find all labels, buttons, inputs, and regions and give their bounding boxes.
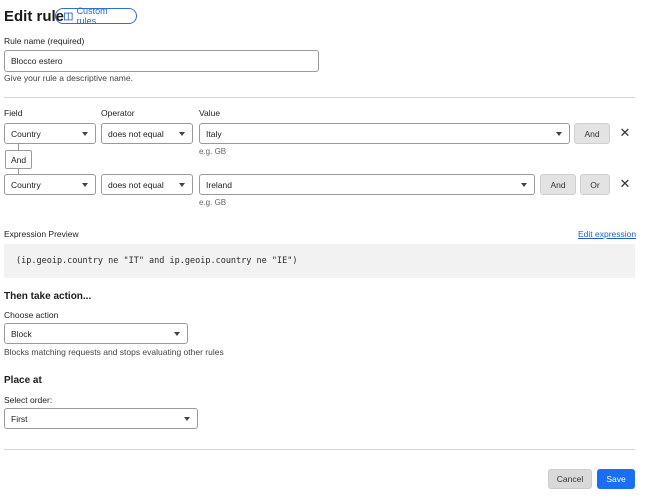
action-help: Blocks matching requests and stops evalu… — [4, 347, 224, 357]
value-hint-1: e.g. GB — [199, 147, 227, 156]
expression-preview: (ip.geoip.country ne "IT" and ip.geoip.c… — [4, 244, 635, 278]
field-select-1-value: Country — [11, 128, 41, 139]
place-heading: Place at — [4, 375, 42, 386]
or-button[interactable]: Or — [580, 174, 610, 195]
value-column-label: Value — [199, 108, 221, 118]
operator-column-label: Operator — [101, 108, 135, 118]
chevron-down-icon — [82, 131, 88, 136]
custom-rules-label: Custom rules — [76, 6, 108, 26]
logic-connector-and: And — [5, 150, 32, 169]
custom-rules-link[interactable]: Custom rules — [55, 6, 137, 26]
chevron-down-icon — [556, 131, 562, 136]
operator-select-2-value: does not equal — [108, 179, 164, 190]
action-heading: Then take action... — [4, 291, 92, 302]
field-select-1[interactable]: Country — [4, 123, 96, 144]
cancel-button[interactable]: Cancel — [548, 469, 592, 489]
chevron-down-icon — [521, 182, 527, 187]
divider — [4, 97, 635, 98]
rule-name-label: Rule name (required) — [4, 36, 85, 46]
close-icon[interactable]: ✕ — [619, 176, 631, 191]
order-select[interactable]: First — [4, 408, 198, 429]
save-button[interactable]: Save — [597, 469, 635, 489]
value-select-1[interactable]: Italy — [199, 123, 570, 144]
chevron-down-icon — [179, 182, 185, 187]
edit-expression-link[interactable]: Edit expression — [578, 229, 636, 239]
operator-select-2[interactable]: does not equal — [101, 174, 193, 195]
field-select-2-value: Country — [11, 179, 41, 190]
value-select-1-value: Italy — [206, 128, 222, 139]
value-select-2[interactable]: Ireland — [199, 174, 535, 195]
value-select-2-value: Ireland — [206, 179, 232, 190]
chevron-down-icon — [184, 416, 190, 421]
rule-name-input[interactable]: Blocco estero — [4, 50, 319, 72]
order-select-value: First — [11, 413, 28, 424]
and-button-1[interactable]: And — [574, 123, 610, 144]
select-order-label: Select order: — [4, 395, 53, 405]
close-icon[interactable]: ✕ — [619, 125, 631, 140]
expression-preview-label: Expression Preview — [4, 229, 79, 239]
rule-name-help: Give your rule a descriptive name. — [4, 73, 133, 83]
operator-select-1-value: does not equal — [108, 128, 164, 139]
action-select[interactable]: Block — [4, 323, 188, 344]
operator-select-1[interactable]: does not equal — [101, 123, 193, 144]
action-select-value: Block — [11, 328, 32, 339]
footer-divider — [4, 449, 635, 450]
book-icon — [64, 12, 73, 20]
chevron-down-icon — [174, 331, 180, 336]
chevron-down-icon — [179, 131, 185, 136]
field-column-label: Field — [4, 108, 23, 118]
value-hint-2: e.g. GB — [199, 198, 227, 207]
field-select-2[interactable]: Country — [4, 174, 96, 195]
chevron-down-icon — [82, 182, 88, 187]
and-button-2[interactable]: And — [540, 174, 576, 195]
choose-action-label: Choose action — [4, 310, 59, 320]
